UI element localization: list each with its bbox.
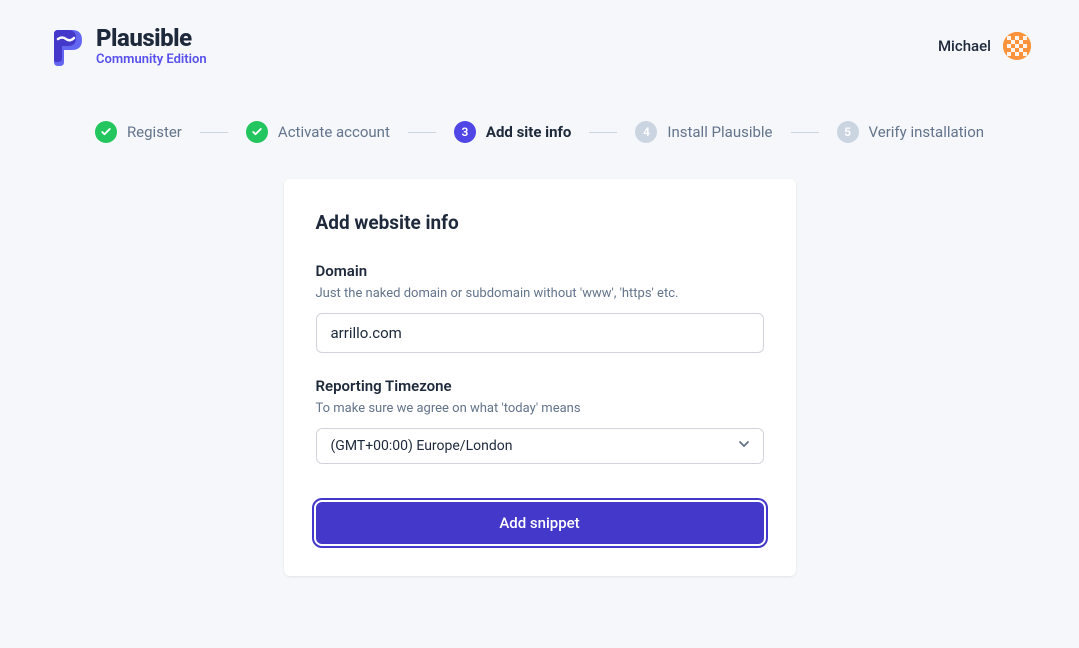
- step-divider: [408, 132, 436, 133]
- timezone-label: Reporting Timezone: [316, 377, 764, 395]
- step-divider: [791, 132, 819, 133]
- card-title: Add website info: [316, 211, 764, 234]
- step-activate: Activate account: [246, 121, 390, 143]
- step-label: Verify installation: [869, 123, 985, 141]
- domain-label: Domain: [316, 262, 764, 280]
- plausible-logo-icon: [48, 26, 84, 66]
- step-label: Activate account: [278, 123, 390, 141]
- step-verify: 5 Verify installation: [837, 121, 985, 143]
- step-register: Register: [95, 121, 182, 143]
- card-container: Add website info Domain Just the naked d…: [0, 163, 1079, 576]
- check-icon: [95, 121, 117, 143]
- step-divider: [589, 132, 617, 133]
- step-label: Add site info: [486, 123, 572, 141]
- logo-subtitle: Community Edition: [96, 52, 207, 67]
- avatar: [1003, 32, 1031, 60]
- add-snippet-button[interactable]: Add snippet: [316, 502, 764, 544]
- logo[interactable]: Plausible Community Edition: [48, 24, 207, 67]
- header: Plausible Community Edition Michael: [0, 0, 1079, 91]
- timezone-field: Reporting Timezone To make sure we agree…: [316, 377, 764, 464]
- logo-text: Plausible Community Edition: [96, 24, 207, 67]
- timezone-hint: To make sure we agree on what 'today' me…: [316, 401, 764, 416]
- step-label: Register: [127, 123, 182, 141]
- step-divider: [200, 132, 228, 133]
- domain-hint: Just the naked domain or subdomain witho…: [316, 286, 764, 301]
- step-install: 4 Install Plausible: [635, 121, 772, 143]
- stepper: Register Activate account 3 Add site inf…: [0, 91, 1079, 163]
- timezone-select[interactable]: (GMT+00:00) Europe/London: [316, 428, 764, 464]
- logo-name: Plausible: [96, 24, 207, 52]
- domain-input[interactable]: [316, 313, 764, 353]
- form-card: Add website info Domain Just the naked d…: [284, 179, 796, 576]
- step-add-site: 3 Add site info: [454, 121, 572, 143]
- step-label: Install Plausible: [667, 123, 772, 141]
- check-icon: [246, 121, 268, 143]
- user-menu[interactable]: Michael: [938, 32, 1031, 60]
- step-number-icon: 5: [837, 121, 859, 143]
- user-name: Michael: [938, 37, 991, 55]
- step-number-icon: 3: [454, 121, 476, 143]
- step-number-icon: 4: [635, 121, 657, 143]
- domain-field: Domain Just the naked domain or subdomai…: [316, 262, 764, 353]
